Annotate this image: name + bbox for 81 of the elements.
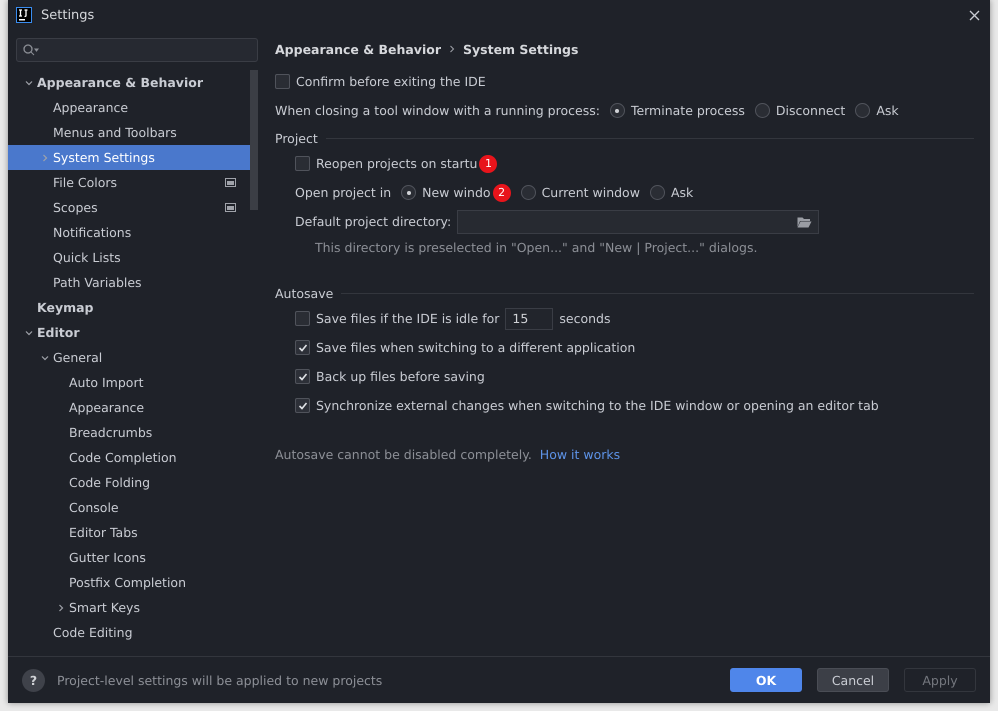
dialog-button[interactable]: OK	[730, 668, 802, 692]
search-icon	[23, 44, 39, 56]
label: Ask	[876, 103, 899, 118]
number-badge: 1	[479, 154, 498, 172]
tree-item[interactable]: Appearance & Behavior	[8, 70, 250, 95]
close-icon[interactable]	[969, 10, 980, 20]
tree-item[interactable]: Appearance	[8, 395, 250, 420]
tree-item[interactable]: Path Variables	[8, 270, 250, 295]
label: When closing a tool window with a running process:	[275, 103, 600, 118]
radio-button[interactable]	[855, 103, 870, 118]
checkbox[interactable]	[295, 340, 310, 355]
tree-item[interactable]: Appearance	[8, 95, 250, 120]
app-logo-icon	[16, 7, 32, 23]
check-icon	[298, 342, 308, 352]
seconds-field[interactable]: 15	[505, 308, 554, 330]
checkbox[interactable]	[295, 398, 310, 413]
tree-item[interactable]: Notifications	[8, 220, 250, 245]
how-it-works-link[interactable]: How it works	[540, 447, 620, 462]
tree-item[interactable]: System Settings	[8, 145, 250, 170]
checkbox[interactable]	[295, 156, 310, 171]
label: Terminate process	[630, 103, 745, 118]
tree-item[interactable]: Code Completion	[8, 445, 250, 470]
chevron-icon[interactable]	[57, 604, 65, 612]
tree-item[interactable]: Code Folding	[8, 470, 250, 495]
tree-item[interactable]: Quick Lists	[8, 245, 250, 270]
label: Confirm before exiting the IDE	[296, 74, 486, 89]
tree-item[interactable]: Auto Import	[8, 370, 250, 395]
window-title: Settings	[41, 8, 96, 22]
dialog-button[interactable]: Cancel	[817, 668, 889, 692]
radio-button[interactable]	[610, 103, 625, 118]
checkbox[interactable]	[275, 74, 290, 89]
tree-item[interactable]: Menus and Toolbars	[8, 120, 250, 145]
label: Disconnect	[776, 103, 846, 118]
folder-icon[interactable]	[797, 216, 812, 228]
tree-item[interactable]: Breadcrumbs	[8, 420, 250, 445]
footer-message: Project-level settings will be applied to new projects	[57, 672, 384, 688]
label: Synchronize external changes when switching to the IDE window or opening an editor tab	[316, 398, 879, 413]
tree-item[interactable]: Editor	[8, 320, 250, 345]
label: Default project directory:	[295, 214, 452, 229]
radio-button[interactable]	[650, 185, 665, 200]
scrollbar[interactable]	[250, 70, 258, 210]
search-field[interactable]	[16, 38, 258, 62]
tree-item[interactable]: Console	[8, 495, 250, 520]
tree-item[interactable]: Postfix Completion	[8, 570, 250, 595]
radio-button[interactable]	[401, 185, 416, 200]
tree-item[interactable]: General	[8, 345, 250, 370]
number-badge: 2	[492, 184, 511, 202]
label: seconds	[559, 311, 610, 326]
hint-text: This directory is preselected in "Open..." and "New | Project..." dialogs.	[314, 238, 758, 257]
label: Save files if the IDE is idle for	[316, 311, 500, 326]
check-icon	[298, 372, 308, 382]
tree-item[interactable]: Keymap	[8, 295, 250, 320]
label: Current window	[542, 185, 640, 200]
chevron-icon[interactable]	[25, 328, 33, 336]
chevron-icon	[449, 45, 455, 53]
tree-item[interactable]: Smart Keys	[8, 595, 250, 620]
breadcrumb-item: Appearance & Behavior	[275, 42, 441, 56]
label: Back up files before saving	[316, 369, 485, 384]
tree-item[interactable]: Gutter Icons	[8, 545, 250, 570]
label: Save files when switching to a different application	[316, 340, 636, 355]
tree-item[interactable]: Code Editing	[8, 620, 250, 645]
label: Ask	[670, 185, 694, 200]
label: Reopen projects on startu	[316, 156, 478, 171]
label: New windo	[422, 185, 491, 200]
note-text: Autosave cannot be disabled completely.	[275, 447, 532, 462]
checkbox[interactable]	[295, 311, 310, 326]
chevron-icon[interactable]	[25, 78, 33, 86]
chevron-icon[interactable]	[41, 354, 49, 362]
tree-item[interactable]: Scopes	[8, 195, 250, 220]
help-button[interactable]: ?	[22, 668, 45, 692]
section-title: Autosave	[275, 286, 334, 300]
checkbox[interactable]	[295, 369, 310, 384]
check-icon	[298, 400, 308, 410]
label: Open project in	[295, 185, 392, 200]
tree-item[interactable]: Editor Tabs	[8, 520, 250, 545]
radio-button[interactable]	[520, 185, 536, 200]
directory-field[interactable]	[457, 210, 820, 234]
breadcrumb-item: System Settings	[463, 42, 578, 56]
radio-button[interactable]	[754, 103, 770, 118]
section-title: Project	[275, 130, 318, 146]
tree-item[interactable]: File Colors	[8, 170, 250, 195]
